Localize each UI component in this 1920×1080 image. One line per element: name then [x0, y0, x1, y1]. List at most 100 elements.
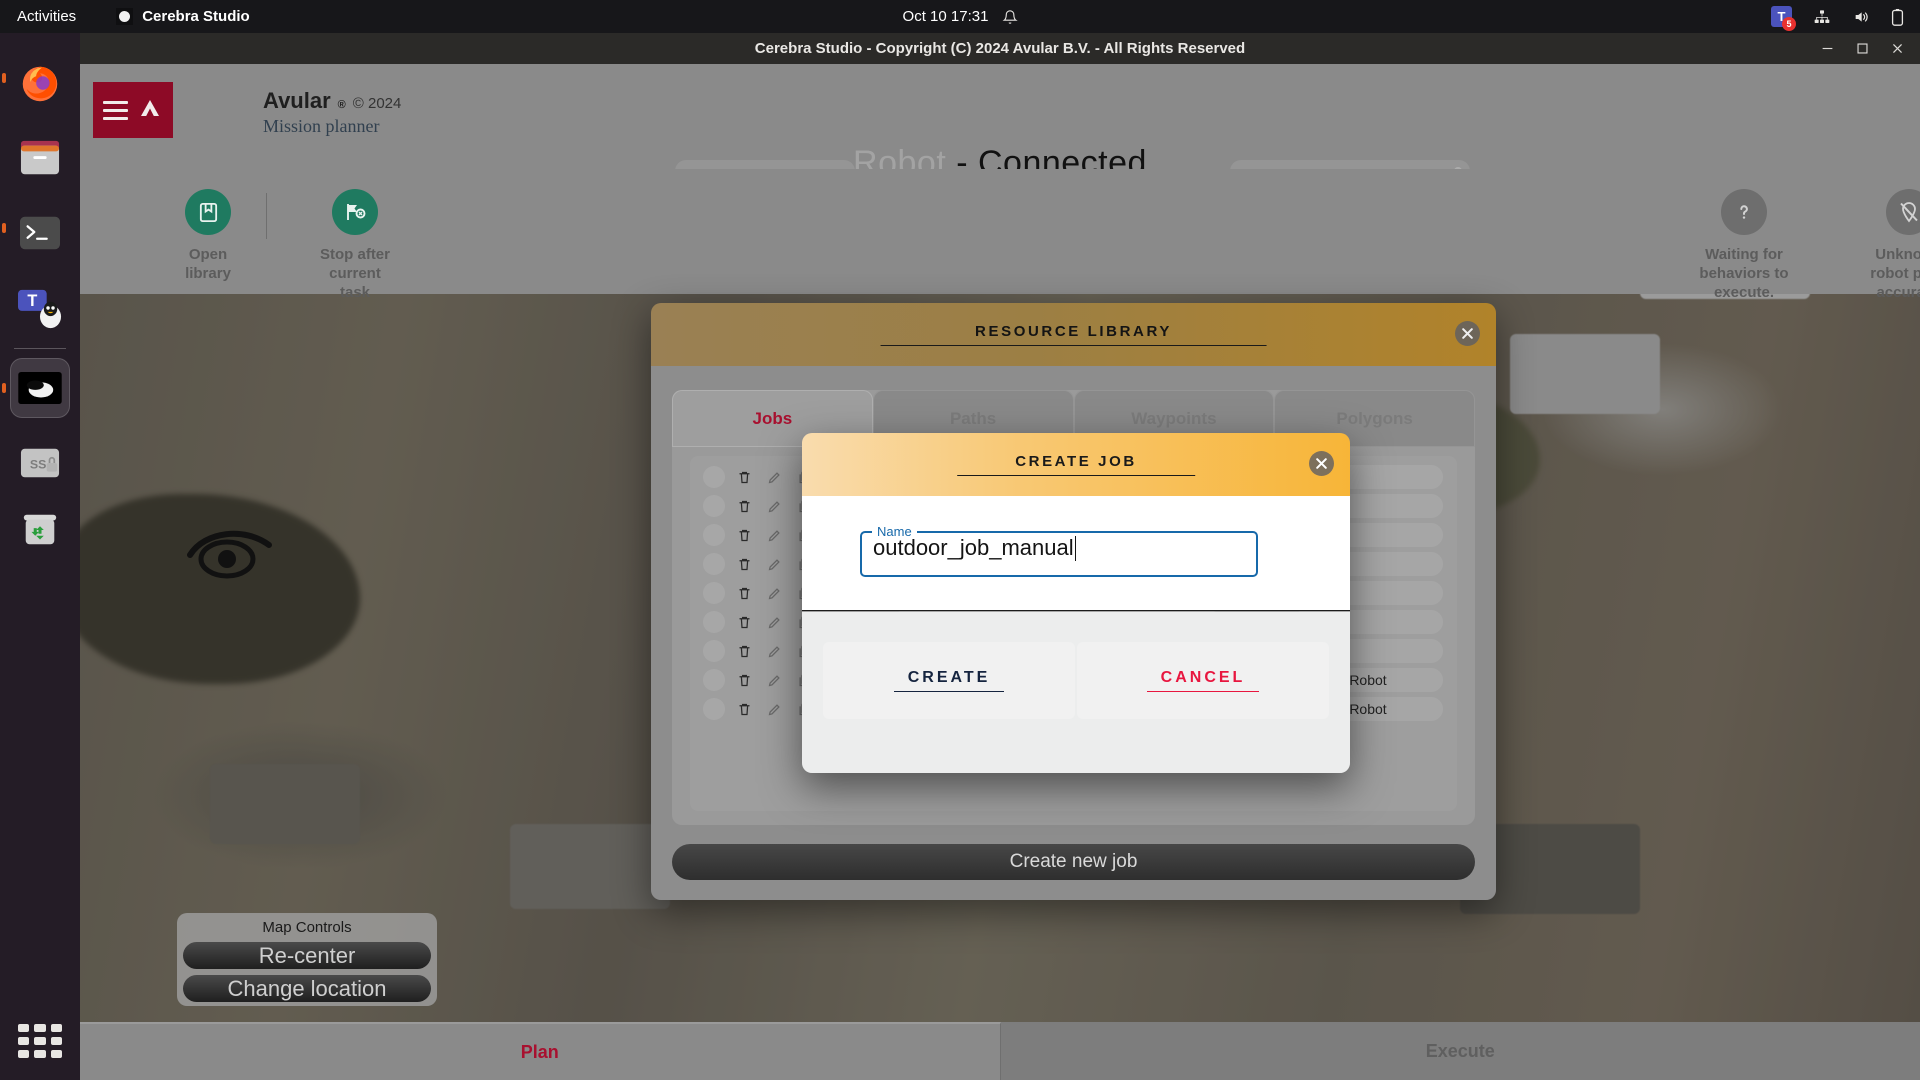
teams-badge-count: 5: [1782, 17, 1796, 31]
delete-icon[interactable]: [733, 669, 755, 691]
edit-icon[interactable]: [763, 466, 785, 488]
job-name-input[interactable]: outdoor_job_manual: [873, 535, 1074, 561]
row-select-toggle[interactable]: [703, 611, 725, 633]
change-location-button[interactable]: Change location: [183, 975, 431, 1002]
terminal-icon: [17, 213, 63, 253]
system-tray: T 5: [1771, 6, 1904, 27]
edit-icon[interactable]: [763, 611, 785, 633]
delete-icon[interactable]: [733, 640, 755, 662]
create-job-footer: CREATE CANCEL: [802, 612, 1350, 773]
brand-mark: ®: [338, 99, 346, 111]
show-applications-button[interactable]: [18, 1024, 62, 1058]
edit-icon[interactable]: [763, 669, 785, 691]
edit-icon[interactable]: [763, 582, 785, 604]
toolbar-robot-pose-accuracy[interactable]: Unknown robot pose accuracy: [1834, 189, 1920, 303]
toolbar-label: Stop after current task: [280, 245, 430, 303]
dock-item-cerebra-studio[interactable]: [10, 358, 70, 418]
brand-copyright: © 2024: [353, 95, 402, 112]
toolbar-stop-after-current-task[interactable]: Stop after current task: [280, 189, 430, 303]
close-icon[interactable]: [1309, 451, 1334, 476]
firefox-icon: [17, 60, 63, 106]
tab-plan[interactable]: Plan: [80, 1022, 1001, 1080]
bottom-tab-bar: Plan Execute: [80, 1022, 1920, 1080]
create-job-actions: CREATE CANCEL: [823, 642, 1329, 719]
text-caret: [1075, 536, 1077, 561]
delete-icon[interactable]: [733, 582, 755, 604]
edit-icon[interactable]: [763, 553, 785, 575]
create-job-title: CREATE JOB: [957, 453, 1195, 476]
active-app-indicator[interactable]: Cerebra Studio: [116, 8, 250, 25]
edit-icon[interactable]: [763, 495, 785, 517]
row-select-toggle[interactable]: [703, 524, 725, 546]
dock-item-terminal[interactable]: [10, 203, 70, 263]
toolbar-open-library[interactable]: Open library: [133, 189, 283, 283]
dock-item-files[interactable]: [10, 128, 70, 188]
eye-visibility-icon[interactable]: [185, 523, 275, 583]
tab-execute[interactable]: Execute: [1001, 1022, 1920, 1080]
delete-icon[interactable]: [733, 698, 755, 720]
maximize-button[interactable]: [1854, 40, 1871, 57]
row-select-toggle[interactable]: [703, 553, 725, 575]
volume-icon[interactable]: [1852, 9, 1870, 25]
hamburger-menu-icon[interactable]: [103, 101, 128, 120]
toolbar-waiting-behaviors[interactable]: Waiting for behaviors to execute.: [1669, 189, 1819, 303]
delete-icon[interactable]: [733, 466, 755, 488]
map-controls-panel: Map Controls Re-center Change location: [177, 913, 437, 1006]
cerebra-studio-icon: [17, 371, 63, 405]
book-library-icon: [185, 189, 231, 235]
dock-item-firefox[interactable]: [10, 53, 70, 113]
close-button[interactable]: [1889, 40, 1906, 57]
dock-item-teams-linux[interactable]: T: [10, 278, 70, 338]
edit-icon[interactable]: [763, 524, 785, 546]
row-select-toggle[interactable]: [703, 698, 725, 720]
close-icon[interactable]: [1455, 321, 1480, 346]
edit-icon[interactable]: [763, 698, 785, 720]
brand-subtitle: Mission planner: [263, 116, 401, 137]
job-name-field[interactable]: Name outdoor_job_manual: [860, 524, 1258, 577]
brand-name: Avular: [263, 88, 331, 114]
activities-button[interactable]: Activities: [17, 8, 76, 25]
no-location-icon: [1886, 189, 1920, 235]
recenter-button[interactable]: Re-center: [183, 942, 431, 969]
gnome-top-bar: Activities Cerebra Studio Oct 10 17:31 T…: [0, 0, 1920, 33]
network-icon[interactable]: [1813, 9, 1831, 25]
delete-icon[interactable]: [733, 524, 755, 546]
cancel-button[interactable]: CANCEL: [1077, 642, 1329, 719]
resource-library-title: RESOURCE LIBRARY: [880, 323, 1267, 346]
brand-block: Avular ® © 2024 Mission planner: [263, 88, 401, 137]
row-select-toggle[interactable]: [703, 495, 725, 517]
clock-label: Oct 10 17:31: [903, 8, 989, 25]
cancel-button-label: CANCEL: [1147, 669, 1260, 692]
row-select-toggle[interactable]: [703, 640, 725, 662]
flag-stop-icon: [332, 189, 378, 235]
delete-icon[interactable]: [733, 611, 755, 633]
create-button[interactable]: CREATE: [823, 642, 1075, 719]
window-buttons: [1819, 33, 1906, 64]
create-job-header: CREATE JOB: [802, 433, 1350, 496]
svg-text:T: T: [27, 292, 37, 310]
clock[interactable]: Oct 10 17:31: [903, 8, 1018, 25]
minimize-button[interactable]: [1819, 40, 1836, 57]
map-controls-title: Map Controls: [177, 919, 437, 936]
dock-item-trash[interactable]: [10, 500, 70, 560]
delete-icon[interactable]: [733, 553, 755, 575]
dock-running-indicator: [2, 73, 6, 83]
screen: Activities Cerebra Studio Oct 10 17:31 T…: [0, 0, 1920, 1080]
row-select-toggle[interactable]: [703, 669, 725, 691]
battery-icon[interactable]: [1891, 8, 1904, 26]
row-select-toggle[interactable]: [703, 582, 725, 604]
create-new-job-button[interactable]: Create new job: [672, 844, 1475, 880]
row-select-toggle[interactable]: [703, 466, 725, 488]
trash-icon: [17, 510, 63, 550]
ubuntu-dock: T SS: [0, 33, 80, 1080]
menu-logo-button[interactable]: [93, 82, 173, 138]
teams-tray-icon[interactable]: T 5: [1771, 6, 1792, 27]
delete-icon[interactable]: [733, 495, 755, 517]
toolbar-divider: [266, 193, 267, 239]
job-name-input-wrapper[interactable]: outdoor_job_manual: [873, 535, 1076, 561]
dock-item-ssh-folder[interactable]: SS: [10, 433, 70, 493]
edit-icon[interactable]: [763, 640, 785, 662]
toolbar-label: Open library: [133, 245, 283, 283]
bell-icon[interactable]: [1002, 9, 1017, 25]
active-app-label: Cerebra Studio: [142, 8, 250, 25]
